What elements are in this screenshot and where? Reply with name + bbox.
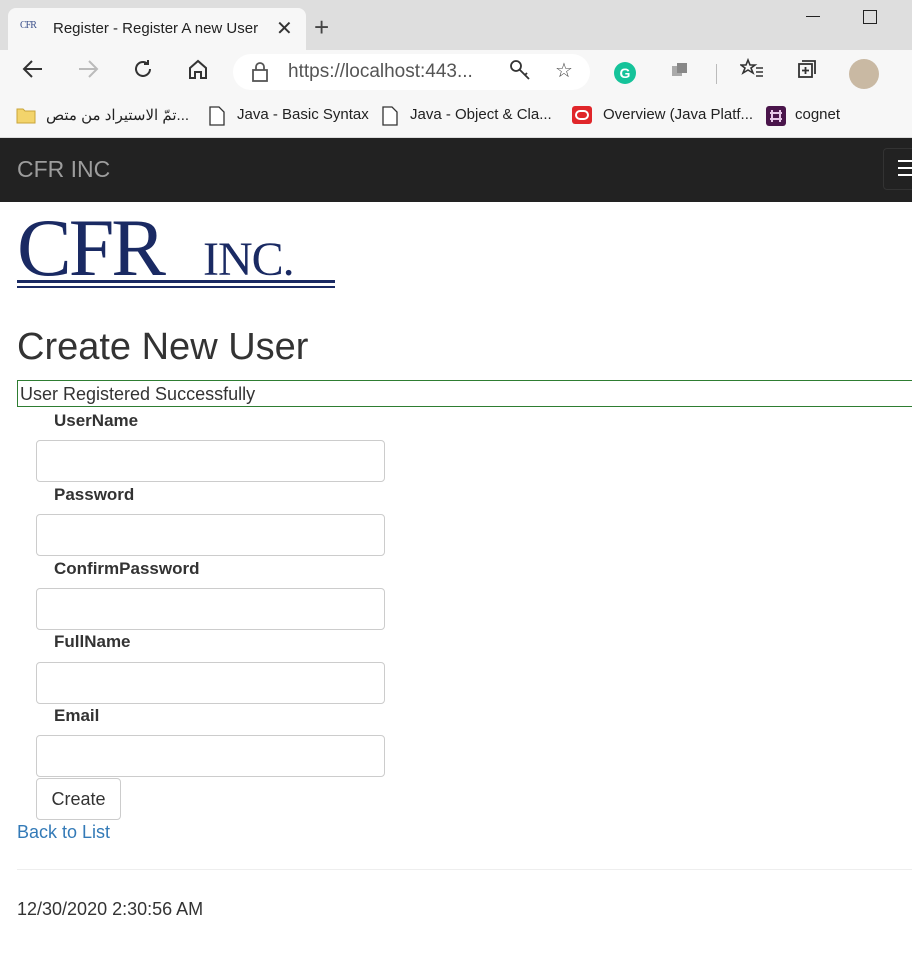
tab-favicon-icon: CFR	[20, 20, 37, 31]
key-icon[interactable]	[509, 59, 531, 86]
browser-tab[interactable]: CFR Register - Register A new User ✕	[8, 8, 306, 50]
grammarly-icon[interactable]: G	[614, 62, 636, 84]
url-text[interactable]: https://localhost:443...	[288, 61, 473, 83]
create-button[interactable]: Create	[36, 778, 121, 820]
new-tab-icon[interactable]: +	[314, 14, 329, 40]
bookmarks-bar: تمّ الاستيراد من متص... Java - Basic Syn…	[0, 96, 912, 138]
back-arrow-icon[interactable]	[18, 58, 48, 88]
footer-timestamp: 12/30/2020 2:30:56 AM	[17, 899, 204, 919]
bookmark-item[interactable]: cognet	[795, 106, 840, 123]
menu-toggle-button[interactable]	[883, 148, 912, 190]
email-label: Email	[54, 706, 100, 725]
extension-icon[interactable]	[665, 58, 695, 88]
bookmark-item[interactable]: Java - Basic Syntax	[237, 106, 369, 123]
footer-divider	[17, 869, 912, 870]
tab-close-icon[interactable]: ✕	[276, 16, 293, 41]
fullname-label: FullName	[54, 632, 131, 651]
password-input[interactable]	[36, 514, 385, 556]
lock-icon[interactable]	[251, 62, 269, 87]
toolbar-divider	[716, 64, 717, 84]
bookmark-item[interactable]: تمّ الاستيراد من متص...	[46, 106, 189, 124]
profile-avatar[interactable]	[849, 59, 879, 89]
bookmark-item[interactable]: Java - Object & Cla...	[410, 106, 552, 123]
fullname-input[interactable]	[36, 662, 385, 704]
refresh-icon[interactable]	[128, 58, 158, 88]
email-input[interactable]	[36, 735, 385, 777]
confirm-password-label: ConfirmPassword	[54, 559, 200, 578]
browser-titlebar: CFR Register - Register A new User ✕ +	[0, 0, 912, 50]
favorites-list-icon[interactable]	[737, 57, 767, 88]
window-minimize-icon[interactable]	[806, 16, 820, 17]
confirm-password-input[interactable]	[36, 588, 385, 630]
hamburger-icon	[898, 160, 912, 162]
page-icon	[209, 106, 225, 126]
company-logo: CFR INC.	[17, 202, 337, 293]
username-label: UserName	[54, 411, 139, 430]
success-message: User Registered Successfully	[17, 380, 912, 407]
bookmark-item[interactable]: Overview (Java Platf...	[603, 106, 753, 123]
slack-icon	[766, 106, 786, 126]
app-navbar: CFR INC	[0, 138, 912, 202]
forward-arrow-icon[interactable]	[73, 58, 103, 88]
svg-text:CFR: CFR	[17, 210, 166, 292]
address-bar[interactable]: https://localhost:443... ☆	[233, 54, 590, 90]
home-icon[interactable]	[183, 58, 213, 88]
oracle-icon	[572, 106, 592, 124]
collections-icon[interactable]	[792, 58, 822, 88]
back-to-list-link[interactable]: Back to List	[17, 822, 110, 843]
folder-icon	[16, 106, 36, 124]
page-title: Create New User	[17, 326, 309, 368]
favorite-star-icon[interactable]: ☆	[555, 58, 573, 83]
svg-text:INC.: INC.	[203, 233, 294, 286]
password-label: Password	[54, 485, 135, 504]
tab-title: Register - Register A new User	[53, 20, 259, 37]
browser-toolbar: https://localhost:443... ☆ G	[0, 50, 912, 96]
window-maximize-icon[interactable]	[863, 10, 877, 24]
navbar-brand[interactable]: CFR INC	[17, 156, 110, 183]
page-icon	[382, 106, 398, 126]
username-input[interactable]	[36, 440, 385, 482]
